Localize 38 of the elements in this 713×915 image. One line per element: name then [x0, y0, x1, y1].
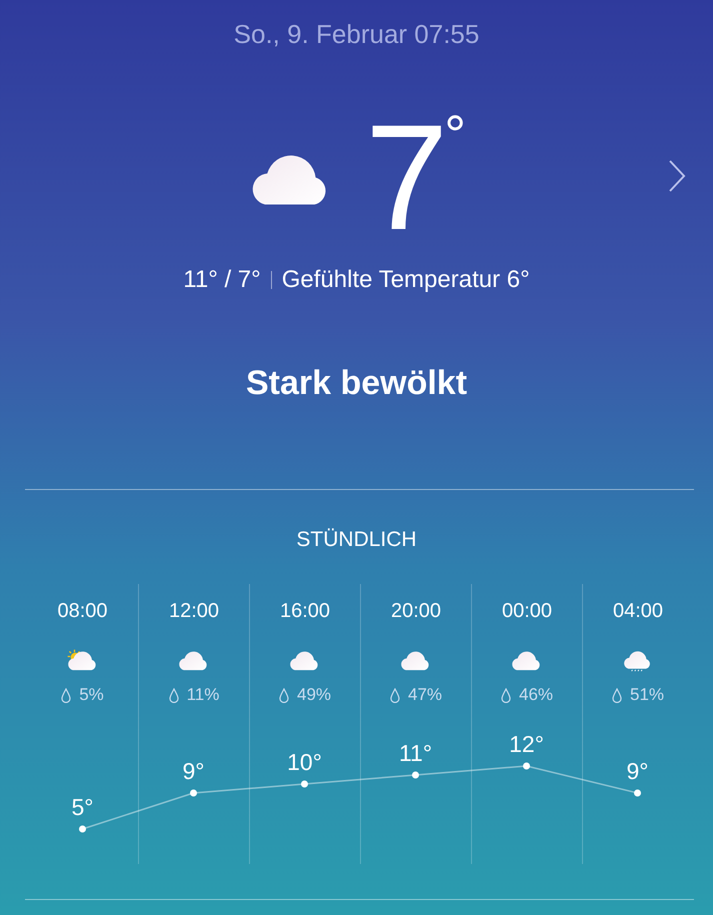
chevron-right-icon[interactable]	[667, 158, 687, 194]
hour-time: 20:00	[390, 600, 442, 623]
temperature-point	[190, 790, 197, 796]
raindrop-icon	[612, 688, 622, 702]
raindrop-icon	[390, 688, 400, 702]
date-time: So., 9. Februar 07:55	[232, 18, 480, 50]
temperature-label: 12°	[509, 731, 544, 757]
temperature-point	[412, 772, 419, 778]
hour-time: 00:00	[502, 600, 552, 623]
temperature-label: 10°	[287, 749, 322, 775]
hour-time: 04:00	[612, 600, 664, 623]
raindrop-icon	[500, 688, 511, 702]
raindrop-icon	[168, 688, 179, 702]
precipitation-chance: 51%	[630, 685, 664, 705]
precipitation-chance: 49%	[296, 685, 332, 705]
temperature-point	[634, 790, 641, 796]
raindrop-icon	[278, 688, 289, 702]
current-temperature: 7	[364, 112, 444, 242]
section-title: STÜNDLICH	[295, 528, 418, 552]
temperature-point	[79, 826, 86, 832]
precipitation-chance: 47%	[408, 685, 442, 705]
temperature-label: 11°	[398, 740, 432, 766]
degree-sign: °	[444, 108, 466, 162]
high-low-temperature: 11° / 7°	[183, 266, 261, 294]
hour-time: 08:00	[57, 600, 108, 623]
hour-time: 12:00	[168, 600, 220, 623]
temperature-label: 9°	[182, 758, 204, 784]
precipitation-chance: 5%	[79, 685, 104, 705]
hour-time: 16:00	[280, 600, 330, 623]
precipitation-chance: 11%	[186, 685, 220, 705]
weather-condition: Stark bewölkt	[244, 364, 468, 403]
raindrop-icon	[61, 688, 72, 702]
temperature-point	[523, 762, 530, 770]
precipitation-chance: 46%	[518, 685, 554, 705]
feels-like-temperature: Gefühlte Temperatur 6°	[282, 266, 530, 294]
temperature-label: 5°	[72, 794, 94, 820]
temperature-label: 9°	[626, 758, 648, 784]
temperature-point	[301, 780, 308, 788]
